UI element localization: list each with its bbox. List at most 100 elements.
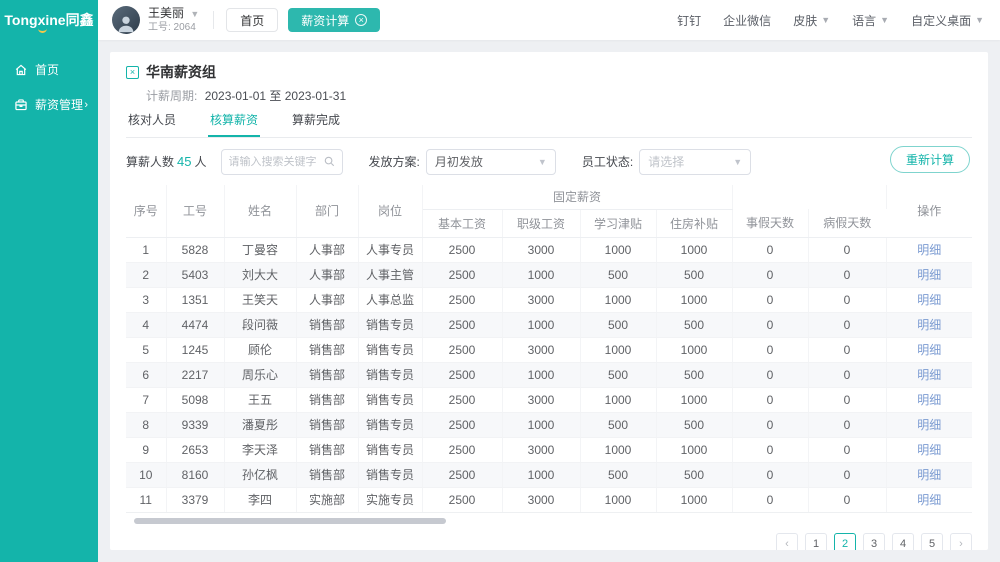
table-cell: 2500	[422, 287, 502, 312]
table-cell: 9	[126, 437, 166, 462]
user-info[interactable]: 王美丽 ▼ 工号: 2064	[148, 6, 199, 35]
table-row: 44474段问薇销售部销售专员2500100050050000明细	[126, 312, 972, 337]
detail-link[interactable]: 明细	[917, 418, 941, 432]
user-name: 王美丽	[148, 6, 184, 20]
detail-link[interactable]: 明细	[917, 468, 941, 482]
pagination: ‹ 12345 ›	[126, 533, 972, 551]
recalculate-button[interactable]: 重新计算	[890, 146, 970, 173]
table-cell: 0	[732, 462, 808, 487]
detail-link[interactable]: 明细	[917, 268, 941, 282]
app-window: Tongxine同鑫 首页 薪资管理 ›	[0, 0, 1000, 562]
page-number-button[interactable]: 4	[892, 533, 914, 551]
topbar-tab-home[interactable]: 首页	[226, 8, 278, 32]
col-header: 工号	[166, 185, 224, 237]
table-cell: 500	[656, 262, 732, 287]
table-cell: 500	[580, 462, 656, 487]
wallet-icon	[14, 98, 28, 112]
plan-select[interactable]: 月初发放 ▼	[426, 149, 556, 175]
table-cell: 销售专员	[358, 387, 422, 412]
menu-item-skin[interactable]: 皮肤 ▼	[793, 12, 830, 29]
topbar-tab-payroll-calc[interactable]: 薪资计算 ×	[288, 8, 380, 32]
plan-select-value: 月初发放	[435, 153, 483, 170]
page-number-button[interactable]: 1	[805, 533, 827, 551]
chevron-down-icon: ▼	[975, 15, 984, 25]
table-cell: 2653	[166, 437, 224, 462]
topbar-tab-payroll-calc-label: 薪资计算	[301, 12, 349, 29]
prev-page-button[interactable]: ‹	[776, 533, 798, 551]
table-cell: 9339	[166, 412, 224, 437]
sidebar: Tongxine同鑫 首页 薪资管理 ›	[0, 0, 98, 562]
status-label: 员工状态:	[582, 153, 633, 170]
salary-table: 序号 工号 姓名 部门 岗位 固定薪资 操作 基本工资 职级工资 学习津贴 住房…	[126, 185, 972, 513]
table-cell: 0	[732, 387, 808, 412]
topbar: 王美丽 ▼ 工号: 2064 首页 薪资计算 × 钉钉 企业微信 皮肤 ▼	[98, 0, 1000, 40]
table-cell: 销售部	[296, 412, 358, 437]
table-row: 51245顾伦销售部销售专员250030001000100000明细	[126, 337, 972, 362]
filter-bar: 算薪人数 45 人 发放方案: 月初发放 ▼ 员工状态: 请选择 ▼	[126, 148, 972, 175]
sidebar-item-home[interactable]: 首页	[0, 52, 98, 87]
table-cell: 0	[808, 287, 886, 312]
col-header: 基本工资	[422, 209, 502, 237]
search-input[interactable]	[229, 156, 321, 168]
table-cell-action: 明细	[886, 337, 972, 362]
menu-item-wecom[interactable]: 企业微信	[723, 12, 771, 29]
table-cell-action: 明细	[886, 437, 972, 462]
menu-item-language[interactable]: 语言 ▼	[852, 12, 889, 29]
detail-link[interactable]: 明细	[917, 293, 941, 307]
next-page-button[interactable]: ›	[950, 533, 972, 551]
tab-calc-done[interactable]: 算薪完成	[290, 111, 342, 137]
detail-link[interactable]: 明细	[917, 243, 941, 257]
detail-link[interactable]: 明细	[917, 443, 941, 457]
tab-calc-salary[interactable]: 核算薪资	[208, 111, 260, 137]
brand-logo[interactable]: Tongxine同鑫	[0, 0, 98, 40]
search-icon[interactable]	[324, 156, 335, 167]
user-employee-id: 工号: 2064	[148, 22, 199, 35]
table-cell: 李四	[224, 487, 296, 512]
count-label: 算薪人数	[126, 153, 174, 170]
menu-item-custom-desktop[interactable]: 自定义桌面 ▼	[911, 12, 984, 29]
tab-verify-staff[interactable]: 核对人员	[126, 111, 178, 137]
horizontal-scrollbar-thumb[interactable]	[134, 518, 446, 524]
page-number-button[interactable]: 2	[834, 533, 856, 551]
detail-link[interactable]: 明细	[917, 493, 941, 507]
table-cell: 0	[808, 487, 886, 512]
table-cell: 2500	[422, 362, 502, 387]
table-cell: 实施部	[296, 487, 358, 512]
close-icon[interactable]: ×	[355, 14, 367, 26]
status-select[interactable]: 请选择 ▼	[639, 149, 751, 175]
table-cell: 0	[732, 237, 808, 262]
table-cell: 丁曼容	[224, 237, 296, 262]
table-cell: 销售部	[296, 337, 358, 362]
detail-link[interactable]: 明细	[917, 318, 941, 332]
table-cell: 0	[808, 337, 886, 362]
menu-item-label: 语言	[852, 12, 876, 29]
menu-item-dingtalk[interactable]: 钉钉	[677, 12, 701, 29]
page-number-button[interactable]: 3	[863, 533, 885, 551]
table-cell: 0	[808, 262, 886, 287]
detail-link[interactable]: 明细	[917, 368, 941, 382]
detail-link[interactable]: 明细	[917, 393, 941, 407]
col-header: 事假天数	[732, 209, 808, 237]
table-cell: 0	[808, 462, 886, 487]
detail-link[interactable]: 明细	[917, 343, 941, 357]
table-cell: 4	[126, 312, 166, 337]
collapse-group-icon[interactable]: ×	[126, 66, 139, 79]
table-cell: 500	[656, 462, 732, 487]
sidebar-item-payroll[interactable]: 薪资管理 ›	[0, 87, 98, 122]
avatar[interactable]	[112, 6, 140, 34]
table-cell: 11	[126, 487, 166, 512]
table-cell: 1000	[580, 237, 656, 262]
menu-item-label: 自定义桌面	[911, 12, 971, 29]
plan-label: 发放方案:	[369, 153, 420, 170]
col-header: 岗位	[358, 185, 422, 237]
table-cell: 0	[732, 312, 808, 337]
table-cell: 销售部	[296, 387, 358, 412]
table-cell: 2500	[422, 412, 502, 437]
table-row: 92653李天泽销售部销售专员250030001000100000明细	[126, 437, 972, 462]
table-cell-action: 明细	[886, 412, 972, 437]
table-cell: 6	[126, 362, 166, 387]
table-cell: 人事部	[296, 262, 358, 287]
table-cell: 1000	[502, 462, 580, 487]
page-number-button[interactable]: 5	[921, 533, 943, 551]
table-row: 31351王笑天人事部人事总监250030001000100000明细	[126, 287, 972, 312]
